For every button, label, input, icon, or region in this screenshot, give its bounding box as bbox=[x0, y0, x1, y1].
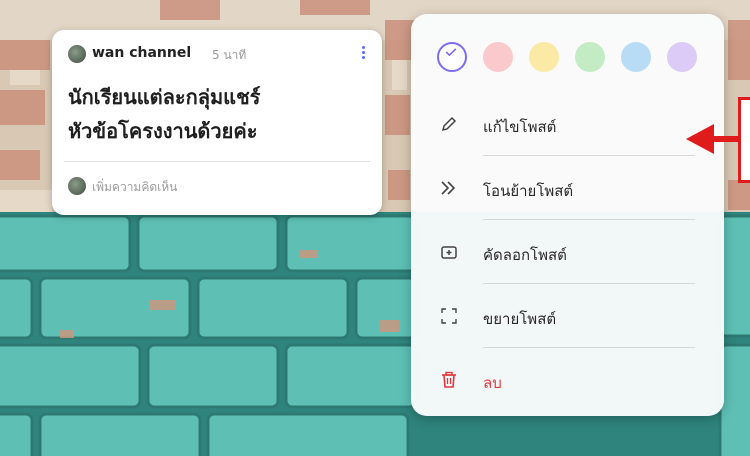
double-chevron-right-icon bbox=[441, 181, 456, 195]
check-icon bbox=[445, 48, 457, 56]
pencil-icon bbox=[441, 116, 457, 132]
menu-item-move-post[interactable]: โอนย้ายโพสต์ bbox=[411, 156, 724, 220]
menu-item-label: โอนย้ายโพสต์ bbox=[483, 182, 574, 200]
post-card[interactable]: wan channel 5 นาที นักเรียนแต่ละกลุ่มแชร… bbox=[52, 30, 382, 215]
callout-box bbox=[738, 97, 750, 183]
author-avatar bbox=[68, 45, 86, 63]
post-author[interactable]: wan channel bbox=[92, 45, 191, 61]
menu-item-delete-post[interactable]: ลบ bbox=[411, 348, 724, 412]
trash-icon bbox=[442, 371, 456, 388]
add-comment-input[interactable]: เพิ่มความคิดเห็น bbox=[92, 178, 177, 197]
menu-item-label: แก้ไขโพสต์ bbox=[483, 118, 557, 136]
color-swatch-green[interactable] bbox=[575, 42, 605, 72]
expand-icon bbox=[441, 308, 457, 324]
post-context-menu: แก้ไขโพสต์ โอนย้ายโพสต์ คัดลอกโพสต์ ขยาย… bbox=[411, 14, 724, 416]
commenter-avatar bbox=[68, 177, 86, 195]
callout-arrow-line bbox=[712, 136, 740, 142]
color-swatch-default[interactable] bbox=[437, 42, 467, 72]
post-title: นักเรียนแต่ละกลุ่มแชร์ หัวข้อโครงงานด้วย… bbox=[68, 85, 261, 143]
more-options-icon[interactable] bbox=[358, 44, 368, 64]
menu-item-label: คัดลอกโพสต์ bbox=[483, 246, 567, 264]
duplicate-icon bbox=[441, 246, 457, 259]
color-swatch-purple[interactable] bbox=[667, 42, 697, 72]
menu-item-label: ลบ bbox=[483, 374, 502, 392]
post-divider bbox=[64, 161, 370, 162]
color-swatch-red[interactable] bbox=[483, 42, 513, 72]
callout-arrow-head-icon bbox=[686, 124, 714, 154]
menu-item-label: ขยายโพสต์ bbox=[483, 310, 557, 328]
post-time: 5 นาที bbox=[212, 48, 247, 62]
color-swatch-yellow[interactable] bbox=[529, 42, 559, 72]
color-swatch-blue[interactable] bbox=[621, 42, 651, 72]
menu-item-expand-post[interactable]: ขยายโพสต์ bbox=[411, 284, 724, 348]
menu-item-copy-post[interactable]: คัดลอกโพสต์ bbox=[411, 220, 724, 284]
menu-item-edit-post[interactable]: แก้ไขโพสต์ bbox=[411, 92, 724, 156]
